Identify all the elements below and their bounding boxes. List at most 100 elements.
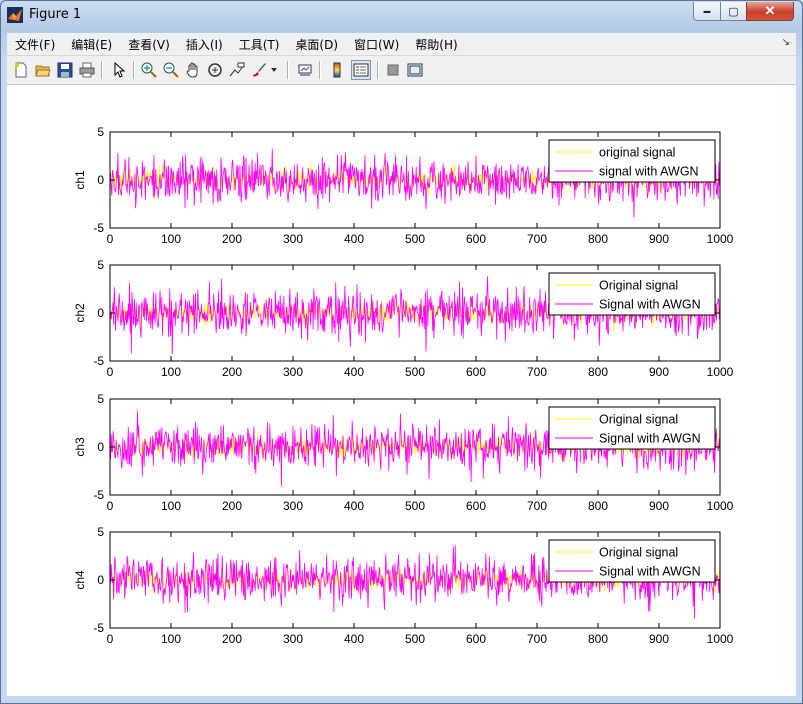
x-tick-label: 600 [466, 365, 486, 379]
x-tick-label: 900 [649, 632, 669, 646]
y-tick-label: 0 [97, 573, 104, 587]
zoom-in-icon[interactable] [139, 60, 159, 80]
menu-tools[interactable]: 工具(T) [231, 36, 288, 53]
x-tick-label: 600 [466, 232, 486, 246]
x-tick-label: 300 [283, 632, 303, 646]
legend-label: Signal with AWGN [599, 432, 701, 446]
dock-arrow-icon[interactable]: ↘ [782, 37, 790, 48]
brush-icon[interactable] [249, 60, 269, 80]
x-tick-label: 400 [344, 499, 364, 513]
legend-label: Signal with AWGN [599, 298, 701, 312]
rotate-3d-icon[interactable] [205, 60, 225, 80]
show-plot-tools-icon[interactable] [405, 60, 425, 80]
x-tick-label: 1000 [707, 365, 734, 379]
print-icon[interactable] [77, 60, 97, 80]
y-tick-label: -5 [93, 621, 104, 635]
minimize-icon: ▬ [703, 7, 711, 15]
maximize-button[interactable]: ▢ [720, 2, 747, 21]
y-tick-label: 5 [97, 258, 104, 272]
x-tick-label: 200 [222, 365, 242, 379]
menu-desktop[interactable]: 桌面(D) [287, 36, 346, 53]
menu-view[interactable]: 查看(V) [120, 36, 178, 53]
figure-canvas[interactable]: 0 100 200 300 400 500 600 700 800 900 1000 -5 0 5 ch1 o… [7, 85, 796, 696]
y-axis-label: ch2 [73, 303, 87, 323]
close-button[interactable]: ✕ [746, 2, 794, 21]
open-file-icon[interactable] [33, 60, 53, 80]
x-tick-label: 300 [283, 365, 303, 379]
menu-window[interactable]: 窗口(W) [346, 36, 407, 53]
y-tick-label: 5 [97, 125, 104, 139]
subplot-ch1: 0 100 200 300 400 500 600 700 800 900 1000-505ch1o… [73, 125, 734, 246]
x-tick-label: 300 [283, 499, 303, 513]
legend-label: Signal with AWGN [599, 565, 701, 579]
y-tick-label: 5 [97, 392, 104, 406]
pointer-arrow-icon[interactable] [109, 60, 129, 80]
legend-label: Original signal [599, 279, 678, 293]
data-cursor-icon[interactable] [227, 60, 247, 80]
legend: Original signal Signal with AWGN [548, 539, 716, 583]
x-tick-label: 1000 [707, 232, 734, 246]
menu-bar: 文件(F) 编辑(E) 查看(V) 插入(I) 工具(T) 桌面(D) 窗口(W… [7, 33, 796, 56]
x-tick-label: 900 [649, 232, 669, 246]
x-tick-label: 100 [161, 499, 181, 513]
x-tick-label: 600 [466, 499, 486, 513]
legend-label: original signal [599, 146, 675, 160]
x-tick-label: 800 [588, 365, 608, 379]
x-tick-label: 0 [107, 232, 114, 246]
x-tick-label: 800 [588, 499, 608, 513]
link-plot-icon[interactable] [295, 60, 315, 80]
x-tick-label: 200 [222, 232, 242, 246]
subplot-ch2: 0 100 200 300 400 500 600 700 800 900 1000-505ch2O… [73, 258, 734, 379]
zoom-out-icon[interactable] [161, 60, 181, 80]
menu-edit[interactable]: 编辑(E) [63, 36, 120, 53]
legend-label: Original signal [599, 413, 678, 427]
subplot-ch4: 0 100 200 300 400 500 600 700 800 900 1000-505ch4O… [73, 525, 734, 646]
x-tick-label: 500 [405, 499, 425, 513]
x-tick-label: 500 [405, 632, 425, 646]
x-tick-label: 700 [527, 232, 547, 246]
x-tick-label: 0 [107, 365, 114, 379]
x-tick-label: 700 [527, 365, 547, 379]
y-axis-label: ch3 [73, 437, 87, 457]
legend: original signal signal with AWGN [548, 139, 716, 183]
y-tick-label: 5 [97, 525, 104, 539]
y-tick-label: -5 [93, 488, 104, 502]
x-tick-label: 900 [649, 365, 669, 379]
brush-dropdown-icon[interactable] [269, 60, 279, 80]
subplot-ch3: 0 100 200 300 400 500 600 700 800 900 1000-505ch3O… [73, 392, 734, 513]
x-tick-label: 700 [527, 499, 547, 513]
title-bar[interactable]: Figure 1 ▬ ▢ ✕ [1, 1, 802, 29]
x-tick-label: 400 [344, 232, 364, 246]
x-tick-label: 400 [344, 632, 364, 646]
colorbar-icon[interactable] [327, 60, 347, 80]
menu-file[interactable]: 文件(F) [7, 36, 63, 53]
x-tick-label: 400 [344, 365, 364, 379]
legend: Original signal Signal with AWGN [548, 406, 716, 450]
menu-insert[interactable]: 插入(I) [178, 36, 231, 53]
figure-window: Figure 1 ▬ ▢ ✕ 文件(F) 编辑(E) 查看(V) 插入(I) 工… [0, 0, 803, 704]
x-tick-label: 300 [283, 232, 303, 246]
matlab-logo-icon [7, 7, 23, 23]
x-tick-label: 500 [405, 232, 425, 246]
x-tick-label: 100 [161, 365, 181, 379]
x-tick-label: 800 [588, 632, 608, 646]
y-tick-label: -5 [93, 354, 104, 368]
x-tick-label: 500 [405, 365, 425, 379]
menu-help[interactable]: 帮助(H) [407, 36, 465, 53]
x-tick-label: 700 [527, 632, 547, 646]
x-tick-label: 100 [161, 232, 181, 246]
hide-plot-tools-icon[interactable] [383, 60, 403, 80]
y-tick-label: 0 [97, 440, 104, 454]
figure-toolbar [7, 56, 796, 85]
window-title: Figure 1 [29, 7, 82, 22]
x-tick-label: 0 [107, 632, 114, 646]
minimize-button[interactable]: ▬ [693, 2, 721, 21]
maximize-icon: ▢ [728, 5, 739, 18]
new-figure-icon[interactable] [11, 60, 31, 80]
save-icon[interactable] [55, 60, 75, 80]
x-tick-label: 800 [588, 232, 608, 246]
legend-icon[interactable] [351, 60, 371, 80]
y-tick-label: 0 [97, 306, 104, 320]
pan-hand-icon[interactable] [183, 60, 203, 80]
x-tick-label: 900 [649, 499, 669, 513]
